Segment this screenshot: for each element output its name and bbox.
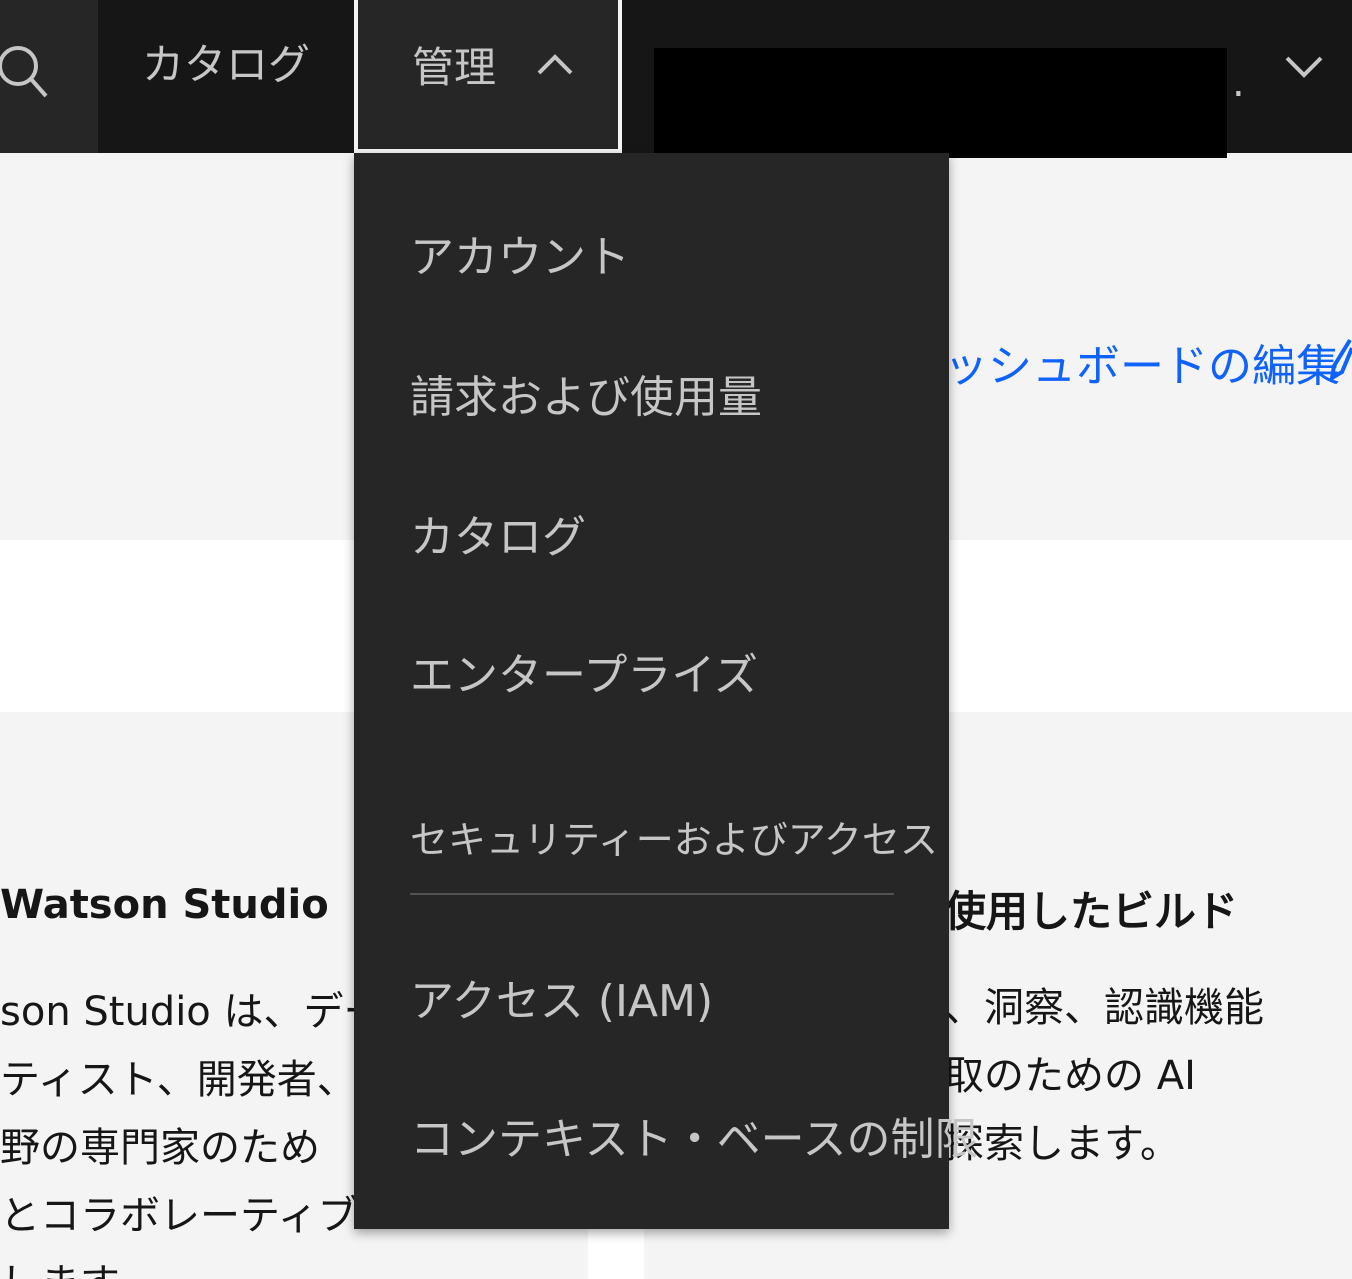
nav-catalog[interactable]: カタログ [98,0,354,153]
app-page: ッシュボードの編集 Watson Studio son Studio は、デー … [0,0,1352,1279]
menu-item-access-iam[interactable]: アクセス (IAM) [410,965,713,1029]
manage-dropdown-menu: アカウント 請求および使用量 カタログ エンタープライズ セキュリティーおよびア… [354,153,978,1229]
card-title-watson-studio[interactable]: Watson Studio [0,882,329,928]
edit-dashboard-link[interactable]: ッシュボードの編集 [944,330,1340,394]
card-description-line: 、洞察、認識機能 [944,985,1264,1031]
menu-item-context-based-restrictions[interactable]: コンテキスト・ベースの制限 [410,1103,978,1167]
card-description-line: 野の専門家のため [0,1125,320,1171]
card-description-watson-studio: son Studio は、デー ティスト、開発者、お 野の専門家のため とコラボ… [0,978,360,1279]
card-description-build: 、洞察、認識機能 取のための AI 探索します。 [944,974,1344,1178]
card-description-line: 探索します。 [944,1121,1180,1167]
menu-item-account[interactable]: アカウント [410,221,630,285]
card-description-line: ティスト、開発者、お [0,1057,360,1103]
card-title-build[interactable]: 使用したビルド [944,878,1238,939]
edit-icon[interactable] [1329,336,1352,386]
card-description-line: 取のための AI [944,1053,1196,1099]
chevron-down-icon[interactable] [1284,52,1324,82]
menu-item-billing-usage[interactable]: 請求および使用量 [410,361,762,425]
account-name-suffix: . [1232,60,1245,106]
card-description-line: son Studio は、デー [0,989,360,1035]
card-description-line: します [0,1250,360,1279]
account-selector[interactable] [654,48,1227,158]
chevron-up-icon [537,54,573,75]
top-header: カタログ 管理 . [0,0,1352,158]
search-icon [0,46,48,98]
nav-manage-menu-button[interactable]: 管理 [354,0,622,153]
search-button[interactable] [0,0,98,153]
card-description-line: とコラボレーティブな [0,1193,360,1239]
menu-divider [410,893,894,895]
menu-section-security-access: セキュリティーおよびアクセス [410,818,938,862]
menu-item-catalog[interactable]: カタログ [410,501,586,565]
nav-manage-label: 管理 [412,43,497,92]
menu-item-enterprise[interactable]: エンタープライズ [410,639,758,703]
